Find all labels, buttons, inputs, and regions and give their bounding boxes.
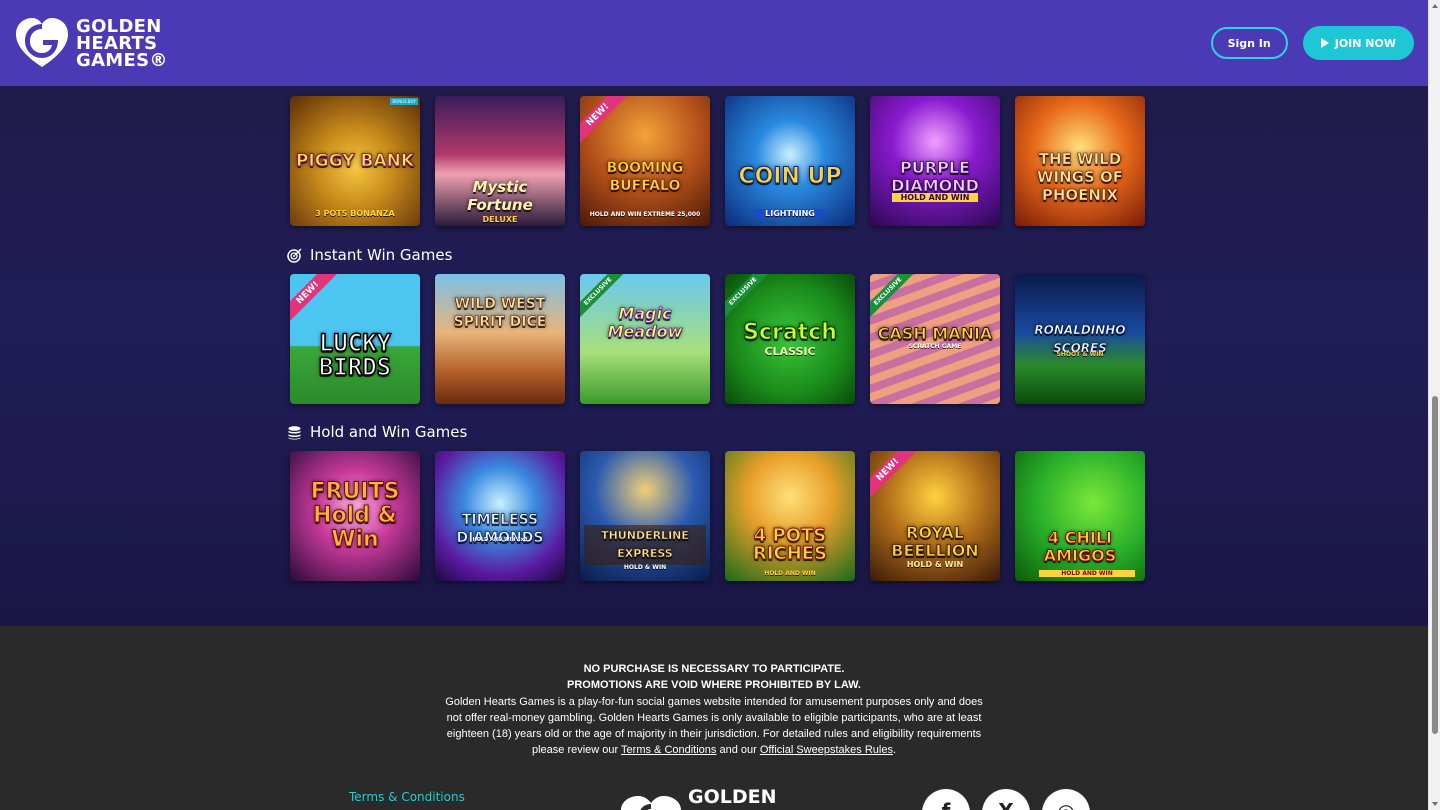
game-title: Scratch: [743, 319, 838, 345]
scroll-down-arrow-icon[interactable]: [1432, 802, 1438, 806]
exclusive-ribbon: EXCLUSIVE: [870, 274, 921, 324]
games-area: BONUS BUY PIGGY BANK 3 POTS BONANZA Myst…: [0, 86, 1428, 626]
target-icon: [287, 248, 302, 263]
game-tile-mystic-fortune[interactable]: Mystic Fortune DELUXE: [435, 96, 565, 226]
join-now-label: JOIN NOW: [1334, 36, 1396, 50]
footer-terms-link[interactable]: Terms & Conditions: [349, 790, 465, 804]
brand-wordmark: GOLDEN HEARTS GAMES®: [76, 15, 168, 71]
facebook-icon[interactable]: f: [922, 789, 970, 810]
game-subtitle: HOLD & WIN: [906, 560, 964, 569]
game-subtitle: HOLD AND WIN EXTREME 25,000: [589, 211, 701, 218]
bonus-buy-badge: BONUS BUY: [390, 98, 418, 105]
brand-line-3: GAMES®: [76, 49, 168, 71]
section-title-hold-and-win: Hold and Win Games: [287, 423, 467, 441]
game-subtitle: DELUXE: [482, 215, 518, 224]
game-title: CASH MANIA: [877, 323, 993, 343]
disclaimer-and: and our: [719, 744, 757, 757]
site-footer: NO PURCHASE IS NECESSARY TO PARTICIPATE.…: [0, 626, 1428, 810]
play-icon: [1320, 38, 1329, 48]
site-header: GOLDEN HEARTS GAMES® Sign In JOIN NOW: [0, 0, 1428, 86]
footer-wordmark: GOLDEN: [688, 786, 777, 808]
new-ribbon: NEW!: [580, 96, 632, 149]
instant-win-row: NEW! LUCKY BIRDS WILD WEST SPIRIT DICE E…: [290, 274, 1145, 404]
hold-and-win-row: FRUITS Hold & Win TIMELESS DIAMONDS HOLD…: [290, 451, 1145, 581]
game-tile-wild-west-spirit-dice[interactable]: WILD WEST SPIRIT DICE: [435, 274, 565, 404]
game-tile-wild-wings-phoenix[interactable]: THE WILD WINGS OF PHOENIX: [1015, 96, 1145, 226]
game-subtitle: CLASSIC: [764, 345, 816, 358]
game-title: THE WILD WINGS OF PHOENIX: [1036, 149, 1124, 204]
brand-logo[interactable]: GOLDEN HEARTS GAMES®: [14, 15, 168, 71]
disclaimer-period: .: [892, 744, 897, 757]
game-tile-royal-beellion[interactable]: NEW! ROYAL BEELLION HOLD & WIN: [870, 451, 1000, 581]
game-title: COIN UP: [738, 163, 842, 189]
game-title: LUCKY BIRDS: [318, 328, 392, 381]
game-subtitle: HOLD AND WIN: [1039, 570, 1135, 577]
game-subtitle: SHOOT & WIN: [1056, 351, 1104, 358]
sign-in-button[interactable]: Sign In: [1210, 27, 1288, 59]
game-tile-scratch-classic[interactable]: EXCLUSIVE Scratch CLASSIC: [725, 274, 855, 404]
disclaimer-line-1: NO PURCHASE IS NECESSARY TO PARTICIPATE.: [583, 663, 845, 675]
game-title: WILD WEST SPIRIT DICE: [453, 296, 547, 331]
game-title: 4 CHILI AMIGOS: [1043, 528, 1117, 566]
game-tile-coin-up[interactable]: COIN UP LIGHTNING: [725, 96, 855, 226]
game-tile-4-chili-amigos[interactable]: 4 CHILI AMIGOS HOLD AND WIN: [1015, 451, 1145, 581]
game-subtitle: LIGHTNING: [755, 209, 825, 218]
game-subtitle: HOLD AND WIN: [764, 570, 816, 577]
game-title: PIGGY BANK: [295, 151, 415, 171]
heart-logo-icon: [621, 796, 681, 810]
join-now-button[interactable]: JOIN NOW: [1302, 26, 1414, 60]
game-title: THUNDERLINE EXPRESS: [584, 524, 706, 565]
new-ribbon: NEW!: [870, 451, 922, 504]
game-tile-timeless-diamonds[interactable]: TIMELESS DIAMONDS HOLD AND WIN 3x3: [435, 451, 565, 581]
game-title: PURPLE DIAMOND: [891, 157, 980, 195]
legal-disclaimer: NO PURCHASE IS NECESSARY TO PARTICIPATE.…: [444, 661, 984, 759]
game-title: ROYAL BEELLION: [891, 523, 979, 560]
brand-line-1: GOLDEN: [76, 15, 162, 37]
slots-row: BONUS BUY PIGGY BANK 3 POTS BONANZA Myst…: [290, 96, 1145, 226]
game-tile-lucky-birds[interactable]: NEW! LUCKY BIRDS: [290, 274, 420, 404]
game-title: BOOMING BUFFALO: [606, 159, 684, 194]
heart-logo-icon: [14, 15, 70, 71]
scrollbar-thumb[interactable]: [1432, 396, 1438, 734]
section-title-instant-win: Instant Win Games: [287, 246, 452, 264]
social-links: f X ◎: [922, 789, 1090, 810]
footer-logo[interactable]: GOLDEN: [620, 786, 777, 810]
game-subtitle: 3 POTS BONANZA: [315, 209, 395, 218]
game-tile-thunderline-express[interactable]: THUNDERLINE EXPRESS HOLD & WIN: [580, 451, 710, 581]
game-title: 4 POTS RICHES: [752, 524, 828, 564]
game-tile-ronaldinho-scores[interactable]: RONALDINHO SCORES SHOOT & WIN: [1015, 274, 1145, 404]
page-scrollbar[interactable]: [1428, 0, 1440, 810]
exclusive-ribbon: EXCLUSIVE: [725, 274, 776, 324]
game-title: Mystic Fortune: [467, 178, 533, 214]
x-icon[interactable]: X: [982, 789, 1030, 810]
coin-stack-icon: [287, 425, 302, 440]
section-title-text: Hold and Win Games: [310, 423, 468, 441]
instagram-icon[interactable]: ◎: [1042, 789, 1090, 810]
header-actions: Sign In JOIN NOW: [1210, 26, 1414, 60]
game-tile-booming-buffalo[interactable]: NEW! BOOMING BUFFALO HOLD AND WIN EXTREM…: [580, 96, 710, 226]
brand-line-2: HEARTS: [76, 32, 158, 54]
game-subtitle: HOLD AND WIN: [892, 193, 978, 202]
section-title-text: Instant Win Games: [310, 246, 453, 264]
game-title: Magic Meadow: [607, 304, 683, 342]
game-subtitle: HOLD & WIN: [623, 564, 667, 571]
game-subtitle: HOLD AND WIN 3x3: [472, 537, 528, 543]
game-tile-magic-meadow[interactable]: EXCLUSIVE Magic Meadow: [580, 274, 710, 404]
new-ribbon: NEW!: [290, 274, 342, 327]
game-subtitle: SCRATCH GAME: [908, 343, 962, 350]
scroll-up-arrow-icon[interactable]: [1432, 4, 1438, 8]
game-tile-piggy-bank[interactable]: BONUS BUY PIGGY BANK 3 POTS BONANZA: [290, 96, 420, 226]
game-title: FRUITS Hold & Win: [310, 479, 400, 552]
sweepstakes-rules-link[interactable]: Official Sweepstakes Rules: [760, 744, 893, 756]
disclaimer-line-2: PROMOTIONS ARE VOID WHERE PROHIBITED BY …: [567, 679, 861, 692]
game-tile-purple-diamond[interactable]: PURPLE DIAMOND HOLD AND WIN: [870, 96, 1000, 226]
game-tile-cash-mania[interactable]: EXCLUSIVE CASH MANIA SCRATCH GAME: [870, 274, 1000, 404]
terms-conditions-link[interactable]: Terms & Conditions: [621, 744, 716, 756]
game-tile-fruits-hold-win[interactable]: FRUITS Hold & Win: [290, 451, 420, 581]
game-tile-4-pots-riches[interactable]: 4 POTS RICHES HOLD AND WIN: [725, 451, 855, 581]
